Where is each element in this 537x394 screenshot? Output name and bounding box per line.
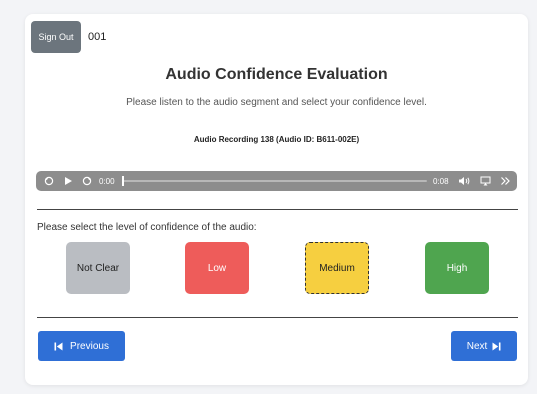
section-divider-bottom bbox=[37, 317, 518, 318]
next-button[interactable]: Next bbox=[451, 331, 517, 361]
page-title: Audio Confidence Evaluation bbox=[165, 66, 388, 83]
airplay-icon[interactable] bbox=[478, 171, 492, 191]
volume-icon[interactable] bbox=[457, 171, 471, 191]
skip-next-icon bbox=[492, 342, 501, 351]
confidence-prompt: Please select the level of confidence of… bbox=[37, 222, 257, 233]
recording-label: Audio Recording 138 (Audio ID: B611-002E… bbox=[193, 135, 360, 144]
user-id: 001 bbox=[88, 31, 107, 43]
progress-thumb[interactable] bbox=[122, 176, 124, 186]
duration: 0:08 bbox=[433, 177, 449, 186]
option-medium-button[interactable]: Medium bbox=[305, 242, 369, 294]
play-icon[interactable] bbox=[62, 171, 74, 191]
previous-label: Previous bbox=[70, 340, 109, 352]
progress-track[interactable] bbox=[122, 180, 427, 182]
option-high-button[interactable]: High bbox=[425, 242, 489, 294]
replay-icon[interactable] bbox=[43, 171, 55, 191]
next-label: Next bbox=[466, 340, 488, 352]
section-divider-top bbox=[37, 209, 518, 210]
page-subtitle: Please listen to the audio segment and s… bbox=[126, 97, 427, 108]
sign-out-button[interactable]: Sign Out bbox=[31, 21, 81, 53]
forward-icon[interactable] bbox=[81, 171, 93, 191]
audio-player: 0:00 0:08 bbox=[36, 171, 517, 191]
current-time: 0:00 bbox=[99, 177, 115, 186]
evaluation-card: Sign Out 001 Audio Confidence Evaluation… bbox=[25, 14, 528, 385]
playback-speed-icon[interactable] bbox=[498, 171, 512, 191]
option-not-clear-button[interactable]: Not Clear bbox=[66, 242, 130, 294]
skip-previous-icon bbox=[54, 342, 63, 351]
option-low-button[interactable]: Low bbox=[185, 242, 249, 294]
previous-button[interactable]: Previous bbox=[38, 331, 125, 361]
